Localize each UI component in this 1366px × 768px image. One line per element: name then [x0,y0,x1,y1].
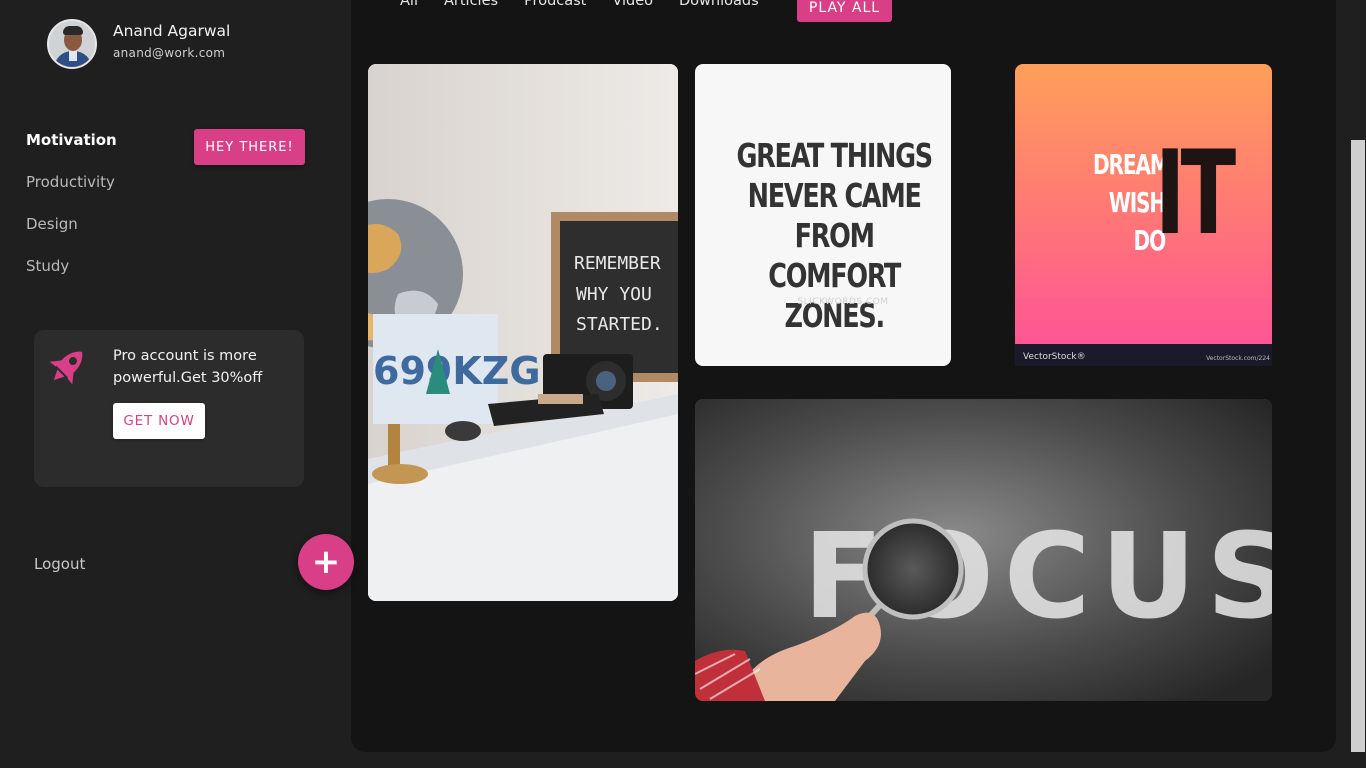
scrollbar-thumb[interactable] [1351,140,1365,752]
tab-all[interactable]: All [400,0,418,13]
profile-email: anand@work.com [113,46,226,60]
plus-icon: + [311,542,341,582]
rocket-icon [46,344,90,388]
nav-item-design[interactable]: Design [26,213,117,255]
tab-prodcast[interactable]: Prodcast [524,0,586,13]
sidebar: Anand Agarwal anand@work.com Motivation … [0,0,351,768]
card-dream-it[interactable]: DREAM WISH DO IT VectorStock® VectorStoc… [1015,64,1272,366]
profile-name: Anand Agarwal [113,22,231,40]
add-button[interactable]: + [298,534,354,590]
desk-photo: REMEMBER WHY YOU STARTED. 699KZG [368,64,678,601]
card-focus[interactable]: FOCUS [695,399,1272,701]
dream-big-word: IT [1155,126,1236,261]
focus-photo: FOCUS [695,399,1272,701]
card-great-things-quote[interactable]: GREAT THINGS NEVER CAME FROM COMFORT ZON… [695,64,951,366]
logout-link[interactable]: Logout [34,555,85,573]
quote-line-3: FROM COMFORT [768,216,901,295]
play-all-button[interactable]: PLAY ALL [797,0,892,22]
card-remember-why[interactable]: REMEMBER WHY YOU STARTED. 699KZG [368,64,678,601]
dream-url: VectorStock.com/224 [1206,355,1270,362]
category-nav: Motivation Productivity Design Study [26,129,117,297]
nav-item-motivation[interactable]: Motivation [26,129,117,171]
get-now-button[interactable]: GET NOW [113,403,205,439]
quote-line-2: NEVER CAME [747,176,922,215]
content-tabs: All Articles Prodcast Video Downloads [400,0,785,13]
promo-text: Pro account is more powerful.Get 30%off [113,348,263,386]
main-content: All Articles Prodcast Video Downloads PL… [351,0,1336,752]
quote-source: SLICKWORDS.COM [797,297,889,307]
hey-there-button[interactable]: HEY THERE! [194,129,305,165]
avatar[interactable] [47,19,97,69]
dream-brand: VectorStock® [1023,352,1086,362]
tab-downloads[interactable]: Downloads [679,0,759,13]
nav-item-study[interactable]: Study [26,255,117,297]
tab-video[interactable]: Video [612,0,653,13]
pro-promo-card: Pro account is more powerful.Get 30%off … [34,330,304,487]
quote-line-1: GREAT THINGS [736,136,933,175]
dream-footer: VectorStock® VectorStock.com/224 [1015,344,1272,366]
user-profile[interactable]: Anand Agarwal anand@work.com [47,19,230,69]
plate-text: 699KZG [373,349,541,393]
tab-articles[interactable]: Articles [444,0,498,13]
nav-item-productivity[interactable]: Productivity [26,171,117,213]
board-line-1: REMEMBER [574,253,661,274]
board-line-3: STARTED. [576,314,663,335]
board-line-2: WHY YOU [576,284,652,305]
